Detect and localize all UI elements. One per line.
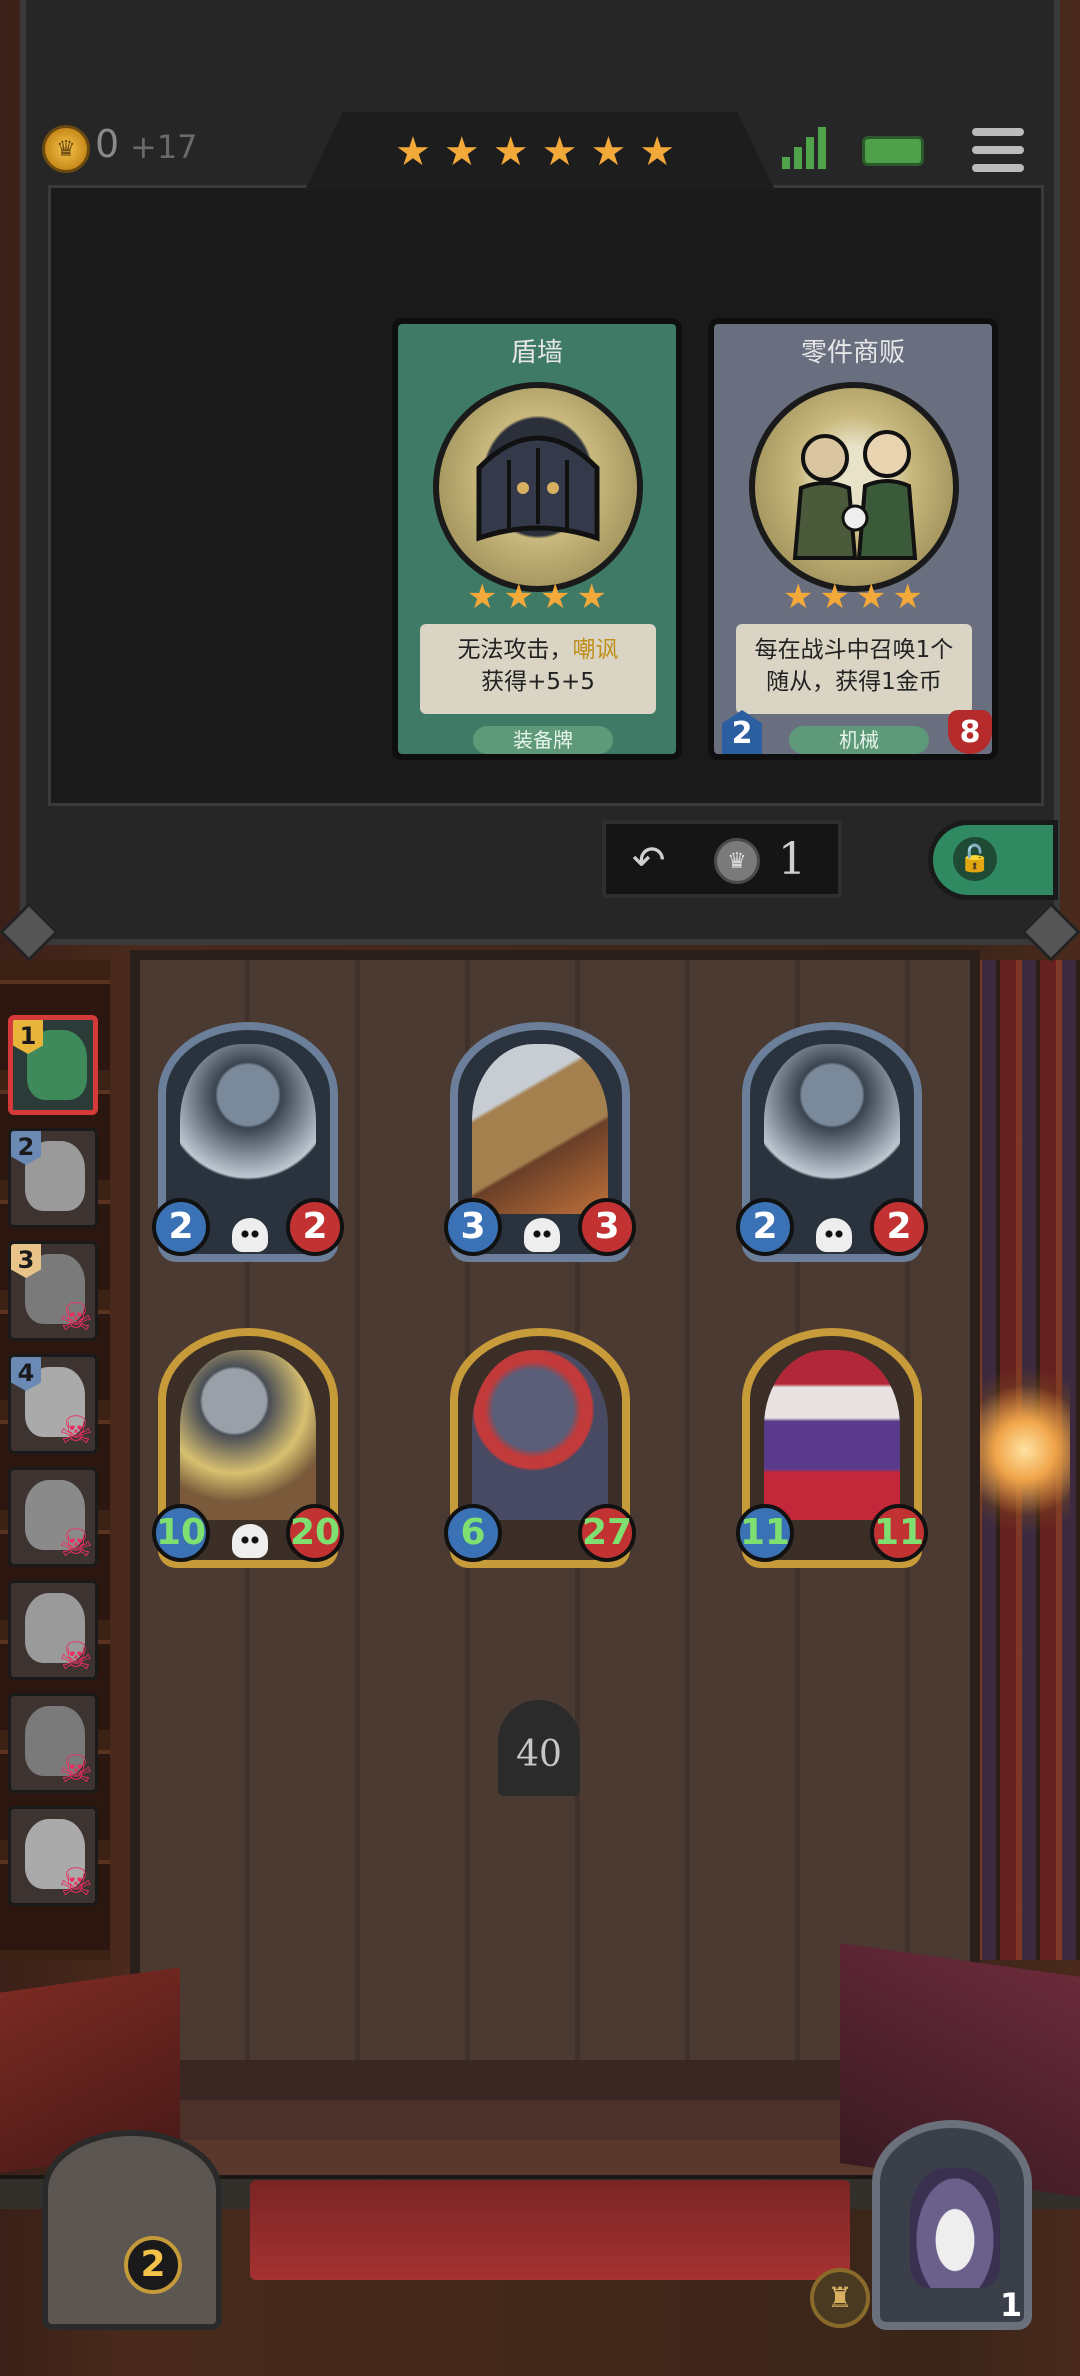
card-health: 8 <box>948 710 992 754</box>
roster-player-4[interactable]: 4 ☠ <box>8 1354 98 1454</box>
signal-icon <box>782 125 826 169</box>
gold-income: +17 <box>130 128 198 166</box>
eliminated-skull-icon: ☠ <box>58 1860 93 1904</box>
bell-robot-art <box>764 1044 900 1214</box>
tier-star-icon: ★ <box>492 129 529 175</box>
minion-health: 2 <box>870 1198 928 1256</box>
shield-icon <box>476 435 600 542</box>
roster-player-1[interactable]: 1 <box>8 1015 98 1115</box>
minion-health: 27 <box>578 1504 636 1562</box>
minion-attack: 6 <box>444 1504 502 1562</box>
red-carpet <box>250 2180 850 2280</box>
card-desc-text: 获得+5+5 <box>481 669 595 695</box>
gold-amount: 0 <box>95 122 120 166</box>
minion-bell-robot[interactable]: 2 2 <box>736 1022 928 1262</box>
card-description: 每在战斗中召唤1个 随从，获得1金币 <box>736 624 972 714</box>
hero-health: 1 <box>976 2256 1046 2356</box>
card-description: 无法攻击，嘲讽 获得+5+5 <box>420 624 656 714</box>
treasure-chest[interactable]: 2 <box>42 2130 222 2330</box>
minion-attack: 2 <box>152 1198 210 1256</box>
deathrattle-skull-icon <box>232 1524 268 1558</box>
tier-stars: ★ ★ ★ ★ ★ ★ <box>395 132 675 172</box>
minion-attack: 11 <box>736 1504 794 1562</box>
shop-card-shield-wall[interactable]: 盾墙 ★ ★ ★ ★ 无法攻击，嘲讽 获得+5+5 装备牌 <box>392 318 682 760</box>
minion-armored-knight[interactable]: 10 20 <box>152 1328 344 1568</box>
minion-health: 11 <box>870 1504 928 1562</box>
refresh-icon: ↶ <box>632 838 666 884</box>
tier-star-icon: ★ <box>541 129 578 175</box>
coin-icon: ♛ <box>714 838 760 884</box>
minion-attack: 2 <box>736 1198 794 1256</box>
merchant-icon <box>792 430 918 560</box>
card-type-badge: 机械 <box>789 726 929 754</box>
roster-player-2[interactable]: 2 <box>8 1128 98 1228</box>
rat-bandit-art <box>472 1350 608 1520</box>
eliminated-skull-icon: ☠ <box>58 1408 93 1452</box>
minion-clown[interactable]: 11 11 <box>736 1328 928 1568</box>
tier-star-icon: ★ <box>443 129 480 175</box>
keyword-taunt: 嘲讽 <box>572 637 619 663</box>
eliminated-skull-icon: ☠ <box>58 1295 93 1339</box>
shield-wall-art <box>433 382 643 592</box>
parts-merchant-art <box>749 382 959 592</box>
minion-health: 20 <box>286 1504 344 1562</box>
wizard-hero-art <box>910 2168 1000 2288</box>
refresh-cost: 1 <box>778 834 806 885</box>
refresh-shop-button[interactable]: ↶ ♛ 1 <box>602 820 842 898</box>
eliminated-skull-icon: ☠ <box>58 1747 93 1791</box>
minion-health: 2 <box>286 1198 344 1256</box>
round-timer: 40 <box>498 1700 580 1796</box>
armored-knight-art <box>180 1350 316 1520</box>
lock-shop-button[interactable]: 🔓 <box>928 820 1058 900</box>
card-attack: 2 <box>722 710 762 754</box>
menu-icon[interactable] <box>972 128 1024 172</box>
minion-health: 3 <box>578 1198 636 1256</box>
card-desc-text: 每在战斗中召唤1个 <box>754 637 954 663</box>
minion-missile-robot[interactable]: 3 3 <box>444 1022 636 1262</box>
lock-icon: 🔓 <box>953 837 997 881</box>
chest-count: 2 <box>124 2236 182 2294</box>
deathrattle-skull-icon <box>232 1218 268 1252</box>
roster-player-5[interactable]: ☠ <box>8 1467 98 1567</box>
stairs <box>140 2060 920 2180</box>
card-stars: ★ ★ ★ ★ <box>467 577 607 617</box>
roster-player-7[interactable]: ☠ <box>8 1693 98 1793</box>
roster-player-6[interactable]: ☠ <box>8 1580 98 1680</box>
missile-robot-art <box>472 1044 608 1214</box>
hero-power-icon[interactable]: ♜ <box>810 2268 870 2328</box>
wall-lamp <box>980 1360 1070 1560</box>
card-desc-text: 随从，获得1金币 <box>766 669 942 695</box>
deathrattle-skull-icon <box>524 1218 560 1252</box>
roster-player-3[interactable]: 3 ☠ <box>8 1241 98 1341</box>
gold-coin-icon: ♛ <box>42 125 90 173</box>
battery-icon <box>862 136 924 166</box>
minion-rat-bandit[interactable]: 6 27 <box>444 1328 636 1568</box>
clown-art <box>764 1350 900 1520</box>
tier-star-icon: ★ <box>395 129 431 175</box>
deathrattle-skull-icon <box>816 1218 852 1252</box>
card-type-badge: 装备牌 <box>473 726 613 754</box>
eliminated-skull-icon: ☠ <box>58 1634 93 1678</box>
card-stars: ★ ★ ★ ★ <box>783 577 923 617</box>
tier-star-icon: ★ <box>639 129 676 175</box>
card-title: 盾墙 <box>510 338 563 368</box>
minion-attack: 3 <box>444 1198 502 1256</box>
shop-card-parts-merchant[interactable]: 零件商贩 ★ ★ ★ ★ 每在战斗中召唤1个 随从，获得1金币 2 机械 8 <box>708 318 998 760</box>
minion-bell-robot[interactable]: 2 2 <box>152 1022 344 1262</box>
tier-star-icon: ★ <box>590 129 627 175</box>
card-title: 零件商贩 <box>800 338 905 368</box>
minion-attack: 10 <box>152 1504 210 1562</box>
card-desc-text: 无法攻击， <box>457 637 573 663</box>
eliminated-skull-icon: ☠ <box>58 1521 93 1565</box>
bell-robot-art <box>180 1044 316 1214</box>
roster-player-8[interactable]: ☠ <box>8 1806 98 1906</box>
